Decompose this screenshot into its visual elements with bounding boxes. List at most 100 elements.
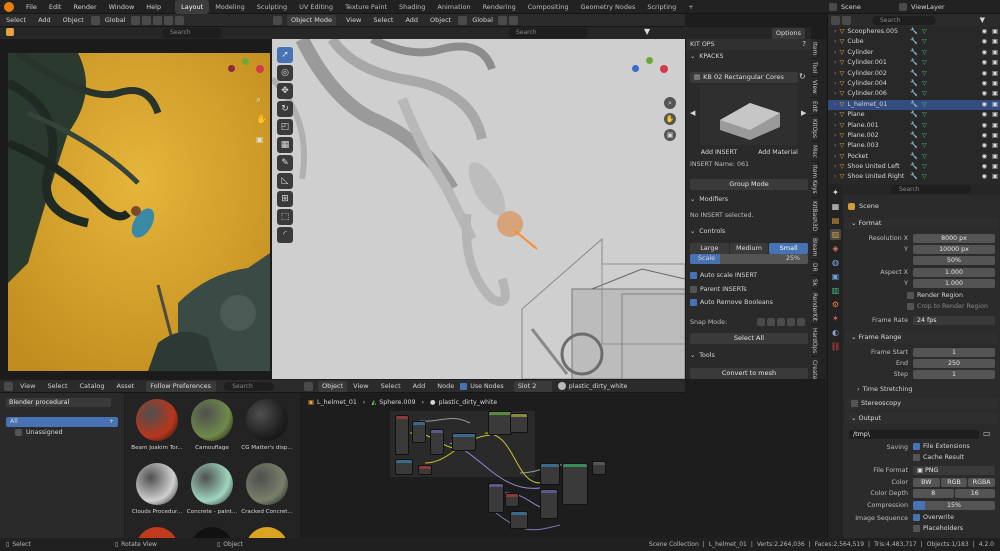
prev-arrow-icon[interactable]: ◀: [690, 109, 695, 117]
shader-node[interactable]: [510, 413, 528, 433]
menu-edit[interactable]: Edit: [43, 3, 68, 11]
overwrite-check-icon[interactable]: [913, 514, 920, 521]
shader-node[interactable]: [505, 493, 519, 507]
expand-arrow-icon[interactable]: ›: [834, 70, 837, 77]
visibility-eye-icon[interactable]: ◉: [982, 37, 988, 47]
select-box-tool-icon[interactable]: ➚: [277, 47, 293, 63]
aspect-x-field[interactable]: 1.000: [913, 268, 995, 277]
visibility-eye-icon[interactable]: ◉: [982, 141, 988, 151]
node-editor-type-icon[interactable]: [304, 381, 313, 391]
outliner-row[interactable]: › ▽ Plane.002 🔧 ▽ ◉ ▣: [828, 131, 1000, 141]
convert-mesh-button[interactable]: Convert to mesh: [690, 368, 808, 379]
visibility-eye-icon[interactable]: ◉: [982, 172, 988, 182]
asset-menu-asset[interactable]: Asset: [110, 382, 140, 390]
gizmo-z-icon[interactable]: [632, 65, 639, 72]
outliner-row[interactable]: › ▽ Cylinder.001 🔧 ▽ ◉ ▣: [828, 58, 1000, 68]
render-camera-icon[interactable]: ▣: [992, 27, 998, 37]
tab-layout[interactable]: Layout: [175, 0, 210, 14]
image-menu-select[interactable]: Select: [0, 16, 32, 24]
size-large-button[interactable]: Large: [690, 243, 729, 254]
snap-off-icon[interactable]: [797, 318, 805, 326]
compression-slider[interactable]: 15%: [913, 501, 995, 510]
catalog-all[interactable]: All +: [6, 417, 118, 427]
output-props-icon[interactable]: ▤: [830, 215, 841, 226]
render-props-icon[interactable]: ▦: [830, 201, 841, 212]
gizmo-y-icon[interactable]: [646, 57, 653, 64]
image-menu-add[interactable]: Add: [32, 16, 57, 24]
asset-tile[interactable]: CG Matter's disp...: [241, 399, 293, 459]
controls-chevron-icon[interactable]: ⌄: [690, 228, 695, 235]
depth-16-button[interactable]: 16: [954, 489, 995, 498]
expand-arrow-icon[interactable]: ›: [834, 90, 837, 97]
time-stretching-section[interactable]: › Time Stretching: [857, 386, 912, 393]
view-layer-icon[interactable]: ▨: [830, 229, 841, 240]
chevron-down-icon[interactable]: ⌄: [690, 53, 695, 60]
resolution-percent-field[interactable]: 50%: [913, 256, 995, 265]
mode-dropdown[interactable]: Object Mode: [287, 14, 336, 26]
visibility-eye-icon[interactable]: ◉: [982, 131, 988, 141]
frame-start-field[interactable]: 1: [913, 348, 995, 357]
color-rgba-button[interactable]: RGBA: [968, 478, 996, 487]
n-panel-tab-4[interactable]: KitOps: [811, 116, 817, 143]
crop-region-checkbox[interactable]: Crop to Render Region: [907, 303, 988, 310]
shader-node[interactable]: [540, 463, 560, 485]
visibility-eye-icon[interactable]: ◉: [982, 121, 988, 131]
shader-node[interactable]: [592, 461, 606, 475]
axis-x-icon[interactable]: [256, 65, 264, 73]
viewport-camera-icon[interactable]: ▣: [664, 129, 676, 141]
refresh-icon[interactable]: ↻: [799, 72, 806, 81]
particles-icon[interactable]: ✶: [830, 313, 841, 324]
image-menu-object[interactable]: Object: [57, 16, 90, 24]
render-camera-icon[interactable]: ▣: [992, 131, 998, 141]
shader-node[interactable]: [430, 429, 444, 455]
blender-logo-icon[interactable]: [4, 1, 14, 12]
menu-help[interactable]: Help: [140, 3, 167, 11]
render-camera-icon[interactable]: ▣: [992, 100, 998, 110]
output-chevron-icon[interactable]: ⌄: [851, 414, 859, 422]
frame-end-field[interactable]: 250: [913, 359, 995, 368]
outliner-row[interactable]: › ▽ Plane.003 🔧 ▽ ◉ ▣: [828, 141, 1000, 151]
visibility-eye-icon[interactable]: ◉: [982, 48, 988, 58]
transform-orientation-icon[interactable]: [458, 15, 468, 25]
add-cube-tool-icon[interactable]: ⊞: [277, 191, 293, 207]
asset-tile[interactable]: Beam Joakim Tor...: [131, 399, 183, 459]
asset-preview-partial[interactable]: [136, 527, 178, 538]
render-camera-icon[interactable]: ▣: [992, 152, 998, 162]
n-panel-tab-11[interactable]: RenderKit: [811, 289, 817, 326]
proportional-icon[interactable]: [152, 15, 162, 25]
visibility-eye-icon[interactable]: ◉: [982, 58, 988, 68]
frame-range-section[interactable]: ⌄ Frame Range: [845, 332, 998, 343]
menu-file[interactable]: File: [20, 3, 43, 11]
tool-props-icon[interactable]: ✦: [830, 187, 841, 198]
scene-selector[interactable]: Scene: [838, 3, 898, 11]
output-section[interactable]: ⌄ Output: [845, 413, 998, 424]
size-medium-button[interactable]: Medium: [729, 243, 769, 254]
outliner-row[interactable]: › ▽ Cylinder.002 🔧 ▽ ◉ ▣: [828, 69, 1000, 79]
scale-tool-icon[interactable]: ◰: [277, 119, 293, 135]
next-arrow-icon[interactable]: ▶: [801, 109, 806, 117]
viewlayer-selector[interactable]: ViewLayer: [908, 3, 945, 11]
expand-arrow-icon[interactable]: ›: [834, 101, 837, 108]
tab-shading[interactable]: Shading: [393, 0, 431, 14]
outliner-row[interactable]: › ▽ Plane.001 🔧 ▽ ◉ ▣: [828, 121, 1000, 131]
shader-node[interactable]: [540, 489, 558, 519]
properties-search-input[interactable]: Search: [891, 185, 971, 194]
aspect-y-field[interactable]: 1.000: [913, 279, 995, 288]
n-panel-tab-9[interactable]: DR: [811, 260, 817, 276]
visibility-eye-icon[interactable]: ◉: [982, 162, 988, 172]
expand-arrow-icon[interactable]: ›: [834, 153, 837, 160]
visibility-eye-icon[interactable]: ◉: [982, 89, 988, 99]
visibility-eye-icon[interactable]: ◉: [982, 100, 988, 110]
axis-z-icon[interactable]: [228, 65, 235, 72]
render-camera-icon[interactable]: ▣: [992, 110, 998, 120]
render-camera-icon[interactable]: ▣: [992, 69, 998, 79]
expand-arrow-icon[interactable]: ›: [834, 59, 837, 66]
file-extensions-check-icon[interactable]: [913, 443, 920, 450]
outliner-filter-icon[interactable]: ▼: [980, 16, 985, 24]
cache-result-checkbox[interactable]: Cache Result: [913, 454, 964, 461]
tab-animation[interactable]: Animation: [431, 0, 476, 14]
asset-preview-partial[interactable]: [191, 527, 233, 538]
viewport-menu-view[interactable]: View: [340, 16, 367, 24]
shader-node[interactable]: [488, 483, 504, 513]
viewport-snap-icon[interactable]: [497, 15, 507, 25]
